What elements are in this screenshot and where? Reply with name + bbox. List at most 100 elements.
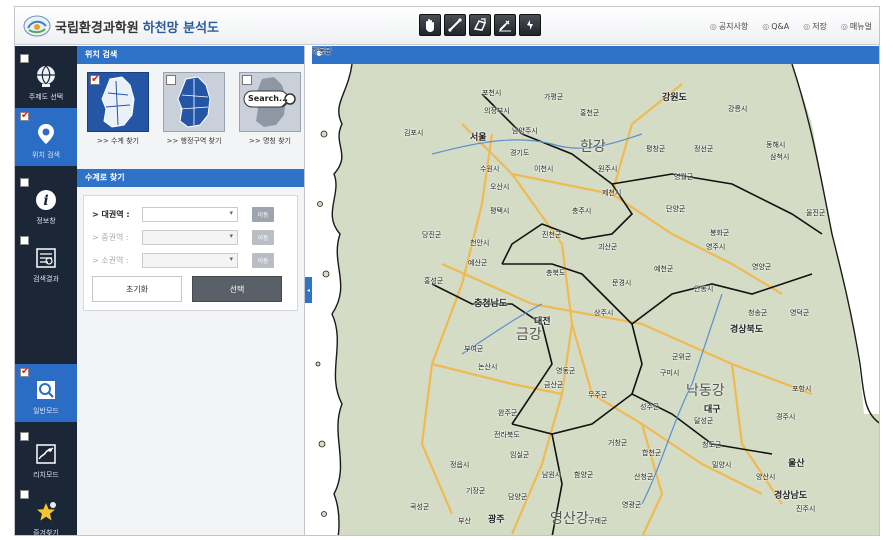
sub-basin-go-button[interactable]: 이동 (252, 252, 274, 268)
map-place-label: 거창군 (608, 439, 628, 447)
rail-item-location-search[interactable]: 위치 검색 (15, 108, 77, 166)
map-place-label: 담양군 (508, 493, 528, 501)
notice-label: 공지사항 (718, 21, 749, 31)
map-place-label: 서울 (470, 133, 487, 143)
rail-item-general-mode[interactable]: 일반모드 (15, 364, 77, 422)
admin-search-thumbnail[interactable] (163, 72, 225, 132)
map-place-label: 진천군 (542, 231, 562, 239)
favorites-checkbox[interactable] (20, 490, 29, 499)
select-button[interactable]: 선택 (192, 276, 282, 302)
rail-item-info[interactable]: i 정보창 (15, 174, 77, 232)
save-icon: ◎ (803, 21, 811, 31)
rail-label-theme-map: 주제도 선택 (28, 93, 64, 101)
location-search-checkbox[interactable] (20, 110, 29, 121)
search-results-checkbox[interactable] (20, 236, 29, 245)
map-place-label: 이천시 (534, 165, 554, 173)
rail-item-theme-map[interactable]: 주제도 선택 (15, 50, 77, 108)
map-place-label: 단양군 (666, 205, 686, 213)
map-place-label: 예천군 (654, 265, 674, 273)
app-title: 국립환경과학원 하천망 분석도 (55, 17, 219, 36)
rail-item-favorites[interactable]: 즐겨찾기 (15, 486, 77, 535)
reach-mode-checkbox[interactable] (20, 432, 29, 441)
map-place-label: 천안시 (470, 239, 490, 247)
qna-label: Q&A (771, 21, 790, 31)
name-search-thumbnail[interactable]: Search... (239, 72, 301, 132)
sea-area (312, 64, 352, 535)
manual-icon: ◎ (840, 21, 848, 31)
search-type-basin[interactable]: >> 수계 찾기 (87, 72, 149, 169)
map-place-label: 정읍시 (450, 461, 470, 469)
name-search-checkbox[interactable] (242, 75, 252, 85)
rail-item-search-results[interactable]: 검색결과 (15, 232, 77, 290)
rail-item-reach-mode[interactable]: 리치모드 (15, 428, 77, 486)
rail-label-general-mode: 일반모드 (33, 407, 59, 415)
qna-link[interactable]: ◎ Q&A (759, 18, 792, 34)
sub-basin-row: > 소권역 : 이동 (92, 250, 289, 270)
map-place-label: 달성군 (694, 417, 714, 425)
globe-icon (37, 65, 55, 87)
mid-basin-select[interactable] (142, 229, 238, 245)
mid-basin-go-button[interactable]: 이동 (252, 229, 274, 245)
major-basin-go-button[interactable]: 이동 (252, 206, 274, 222)
measure-clear-icon[interactable] (494, 14, 516, 36)
map-place-label: 영월군 (674, 173, 694, 181)
reach-mode-icon (36, 444, 56, 464)
map-place-label: 영동군 (556, 367, 576, 375)
map-place-label: 울산 (788, 459, 805, 469)
basin-search-caption: >> 수계 찾기 (97, 137, 139, 145)
map-place-label: 당진군 (422, 231, 442, 239)
map-place-label: 안동시 (694, 285, 714, 293)
notice-link[interactable]: ◎ 공지사항 (707, 18, 751, 34)
map-place-label: 봉화군 (710, 229, 730, 237)
map-place-label: 경상북도 (730, 325, 764, 335)
manual-label: 매뉴얼 (849, 21, 872, 31)
notice-icon: ◎ (709, 21, 717, 31)
app-window: 국립환경과학원하천망 분석도 ◎공지사항 ◎Q&A ◎저장 ◎매뉴얼 (14, 6, 880, 536)
admin-search-checkbox[interactable] (166, 75, 176, 85)
pan-icon[interactable] (419, 14, 441, 36)
save-link[interactable]: ◎ 저장 (800, 18, 830, 34)
map-place-label: 강원도 (662, 93, 687, 103)
search-type-name[interactable]: Search... >> 명칭 찾기 (239, 72, 301, 169)
map-place-label: 전라북도 (494, 431, 520, 439)
sub-basin-select[interactable] (142, 252, 238, 268)
refresh-icon[interactable] (519, 14, 541, 36)
map-header-bar: ● (312, 46, 879, 64)
reset-button[interactable]: 초기화 (92, 276, 182, 302)
theme-map-checkbox[interactable] (20, 54, 29, 63)
map-place-label: 영산강 (550, 511, 589, 527)
map-place-label: 김포시 (404, 129, 424, 137)
map-place-label: 논산시 (478, 363, 498, 371)
general-mode-checkbox[interactable] (20, 366, 29, 377)
service-name: 하천망 분석도 (142, 21, 220, 36)
map-place-label: 금강 (516, 327, 542, 343)
major-basin-select[interactable] (142, 206, 238, 222)
map-place-label: 영양군 (752, 263, 772, 271)
institute-logo (23, 15, 51, 37)
map-place-label: 양산시 (756, 473, 776, 481)
basin-search-checkbox[interactable] (90, 72, 100, 85)
panel-collapse-toggle[interactable]: ◂ (305, 277, 312, 303)
info-checkbox[interactable] (20, 178, 29, 187)
basin-search-form: > 대권역 : 이동 > 중권역 : 이동 > 소권역 : 이동 초기화 선택 (83, 195, 298, 311)
map-place-label: 남원시 (542, 471, 562, 479)
info-icon: i (36, 190, 56, 210)
map-place-label: 경상남도 (774, 491, 808, 501)
map-place-label: 평창군 (646, 145, 666, 153)
search-results-icon (36, 248, 56, 268)
top-menu: ◎ 공지사항 ◎ Q&A ◎ 저장 ◎ 매뉴얼 (707, 18, 875, 34)
search-type-admin[interactable]: >> 행정구역 찾기 (163, 72, 225, 169)
map-place-label: 대전 (534, 317, 551, 327)
measure-area-icon[interactable] (469, 14, 491, 36)
map-place-label: 충북도 (546, 269, 566, 277)
manual-link[interactable]: ◎ 매뉴얼 (838, 18, 875, 34)
basin-search-thumbnail[interactable] (87, 72, 149, 132)
map-place-label: 상주시 (594, 309, 614, 317)
map-place-label: 함양군 (574, 471, 594, 479)
map-place-label: 대구 (704, 405, 721, 415)
measure-distance-icon[interactable] (444, 14, 466, 36)
map-view[interactable]: ● 포천시 가평군 강원도 의정부시 홍천군 강릉시 김포시 서울 남양주시 한… (312, 46, 879, 535)
map-place-label: 삼척시 (770, 153, 790, 161)
map-place-label: 충주시 (572, 207, 592, 215)
mid-basin-row: > 중권역 : 이동 (92, 227, 289, 247)
